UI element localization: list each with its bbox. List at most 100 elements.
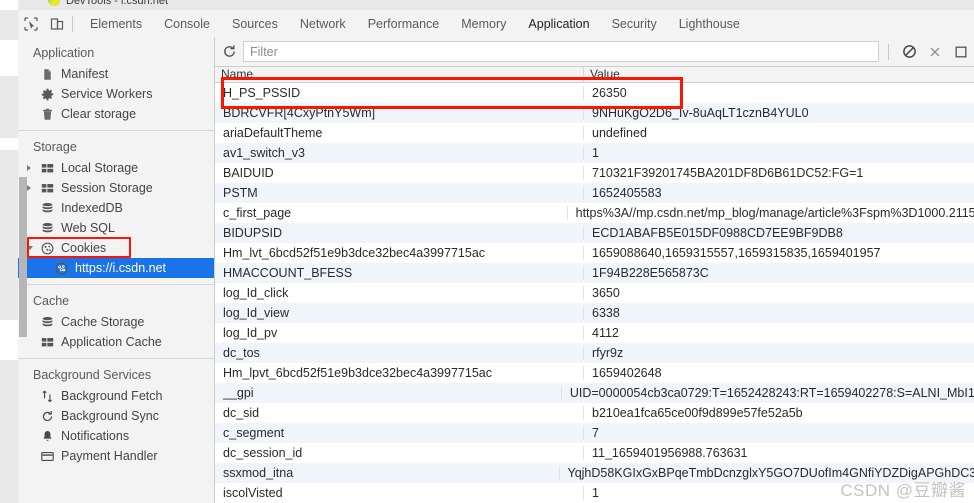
sidebar-section-title: Background Services — [33, 368, 152, 382]
table-row[interactable]: HMACCOUNT_BFESS 1F94B228E565873C — [215, 263, 974, 283]
search-input[interactable] — [244, 43, 878, 60]
sidebar-item-web-sql[interactable]: Web SQL — [18, 218, 214, 238]
sidebar-section-title: Storage — [33, 140, 77, 154]
tab-elements[interactable]: Elements — [79, 14, 153, 34]
sidebar-item-payment-handler[interactable]: Payment Handler — [18, 446, 214, 466]
table-row[interactable]: dc_sid b210ea1fca65ce00f9d899e57fe52a5b — [215, 403, 974, 423]
close-icon[interactable] — [922, 39, 948, 65]
devtools-screenshot: DevTools - i.csdn.net Elements Console Sou… — [0, 0, 974, 503]
cookie-value-cell: 1 — [592, 146, 599, 160]
table-row[interactable]: log_Id_view 6338 — [215, 303, 974, 323]
sidebar-item-clear-storage[interactable]: Clear storage — [18, 104, 214, 124]
table-row[interactable]: BDRCVFR[4CxyPtnY5Wm] 9NHuKgO2D6_Iv-8uAqLT… — [215, 103, 974, 123]
column-header-value[interactable]: Value — [584, 67, 974, 82]
tab-application[interactable]: Application — [510, 7, 608, 40]
toolbar-divider-2 — [888, 43, 889, 60]
refresh-icon[interactable] — [215, 39, 243, 65]
table-row[interactable]: c_segment 7 — [215, 423, 974, 443]
cookie-name-cell: Hm_lpvt_6bcd52f51e9b3dce32bec4a3997715ac — [215, 366, 584, 380]
table-icon — [39, 161, 56, 175]
table-row[interactable]: log_Id_click 3650 — [215, 283, 974, 303]
chevron-right-icon[interactable] — [27, 165, 31, 171]
sidebar-section: Background Services Background Fetch Backg… — [18, 359, 214, 468]
tab-console[interactable]: Console — [153, 14, 221, 34]
tab-memory[interactable]: Memory — [450, 14, 517, 34]
cookie-name-cell: PSTM — [215, 186, 584, 200]
table-row[interactable]: ariaDefaultTheme undefined — [215, 123, 974, 143]
devtools-window: DevTools - i.csdn.net Elements Console Sou… — [18, 0, 974, 503]
tab-label: Lighthouse — [678, 16, 740, 31]
inspect-element-icon[interactable] — [18, 12, 44, 36]
table-row[interactable]: dc_session_id 11_1659401956988.763631 — [215, 443, 974, 463]
table-row[interactable]: __gpi UID=0000054cb3ca0729:T=1652428243:R… — [215, 383, 974, 403]
sidebar-item-label: Cookies — [61, 241, 107, 255]
cookie-value-cell: 9NHuKgO2D6_Iv-8uAqLT1cznB4YUL0 — [592, 106, 809, 120]
cookie-value-cell: 26350 — [592, 86, 627, 100]
sidebar-item-service-workers[interactable]: Service Workers — [18, 84, 214, 104]
sidebar-item-https-i-csdn-net[interactable]: https://i.csdn.net — [18, 258, 214, 278]
tab-performance[interactable]: Performance — [357, 14, 451, 34]
sidebar-item-local-storage[interactable]: Local Storage — [18, 158, 214, 178]
sync-icon — [39, 409, 56, 423]
sidebar-section: Application Manifest Service Workers Clear … — [18, 37, 214, 126]
cookie-name-cell: c_first_page — [215, 206, 568, 220]
cookie-value-cell: 710321F39201745BA201DF8D6B61DC52:FG=1 — [592, 166, 864, 180]
sidebar-item-application-cache[interactable]: Application Cache — [18, 332, 214, 352]
table-row[interactable]: log_Id_pv 4112 — [215, 323, 974, 343]
sidebar-item-notifications[interactable]: Notifications — [18, 426, 214, 446]
clear-all-icon[interactable] — [896, 39, 922, 65]
tab-security[interactable]: Security — [601, 14, 668, 34]
cookie-name-cell: __gpi — [215, 386, 562, 400]
database-icon — [39, 315, 56, 329]
table-row[interactable]: av1_switch_v3 1 — [215, 143, 974, 163]
application-sidebar: Application Manifest Service Workers Clear … — [18, 37, 215, 503]
cookie-value-cell: ECD1ABAFB5E015DF0988CD7EE9BF9DB8 — [592, 226, 843, 240]
cookie-icon — [39, 241, 56, 255]
sidebar-item-indexeddb[interactable]: IndexedDB — [18, 198, 214, 218]
table-header: Name Value — [215, 67, 974, 83]
cookie-name-cell: Hm_lvt_6bcd52f51e9b3dce32bec4a3997715ac — [215, 246, 584, 260]
device-toolbar-icon[interactable] — [44, 12, 70, 36]
tab-label: Console — [164, 16, 210, 31]
sidebar-item-label: Local Storage — [61, 161, 139, 175]
tab-label: Elements — [90, 16, 143, 31]
cookie-value-cell: 1 — [592, 486, 599, 500]
table-row[interactable]: c_first_page https%3A//mp.csdn.net/mp_blo… — [215, 203, 974, 223]
table-row[interactable]: PSTM 1652405583 — [215, 183, 974, 203]
chevron-right-icon[interactable] — [27, 185, 31, 191]
tab-network[interactable]: Network — [289, 14, 357, 34]
tab-lighthouse[interactable]: Lighthouse — [668, 14, 751, 34]
table-row[interactable]: ssxmod_itna YqjhD58KGIxGxBPqeTmbDcnzglxY5… — [215, 463, 974, 483]
table-row[interactable]: dc_tos rfyr9z — [215, 343, 974, 363]
table-row[interactable]: iscolVisted 1 — [215, 483, 974, 503]
sidebar-item-cache-storage[interactable]: Cache Storage — [18, 312, 214, 332]
sidebar-item-background-sync[interactable]: Background Sync — [18, 406, 214, 426]
sidebar-section: Storage Local Storage Session Storage Index… — [18, 131, 214, 280]
column-header-name[interactable]: Name — [215, 67, 584, 82]
table-row[interactable]: Hm_lpvt_6bcd52f51e9b3dce32bec4a3997715ac… — [215, 363, 974, 383]
sidebar-item-label: Background Fetch — [61, 389, 163, 403]
table-row[interactable]: BAIDUID 710321F39201745BA201DF8D6B61DC52:… — [215, 163, 974, 183]
cookies-toolbar — [215, 37, 974, 67]
cookie-value-cell: 1652405583 — [592, 186, 662, 200]
database-icon — [39, 221, 56, 235]
cookies-panel: Name Value H_PS_PSSID 26350 BDRCVFR[4CxyPt… — [215, 37, 974, 503]
sidebar-scrollbar[interactable] — [19, 177, 27, 337]
only-blocked-cookies-icon[interactable] — [948, 39, 974, 65]
cookie-name-cell: H_PS_PSSID — [215, 86, 584, 100]
table-row[interactable]: Hm_lvt_6bcd52f51e9b3dce32bec4a3997715ac 1… — [215, 243, 974, 263]
chevron-down-icon[interactable] — [27, 246, 33, 250]
table-row[interactable]: H_PS_PSSID 26350 — [215, 83, 974, 103]
sidebar-item-background-fetch[interactable]: Background Fetch — [18, 386, 214, 406]
table-icon — [39, 181, 56, 195]
cookie-name-cell: log_Id_pv — [215, 326, 584, 340]
sidebar-item-manifest[interactable]: Manifest — [18, 64, 214, 84]
table-row[interactable]: BIDUPSID ECD1ABAFB5E015DF0988CD7EE9BF9DB8 — [215, 223, 974, 243]
tab-sources[interactable]: Sources — [221, 14, 289, 34]
sidebar-item-cookies[interactable]: Cookies — [18, 237, 214, 258]
sidebar-item-session-storage[interactable]: Session Storage — [18, 178, 214, 198]
filter-field[interactable] — [243, 41, 879, 62]
devtools-logo-icon — [48, 0, 60, 6]
cookie-name-cell: dc_session_id — [215, 446, 584, 460]
sidebar-item-label: Service Workers — [61, 87, 153, 101]
